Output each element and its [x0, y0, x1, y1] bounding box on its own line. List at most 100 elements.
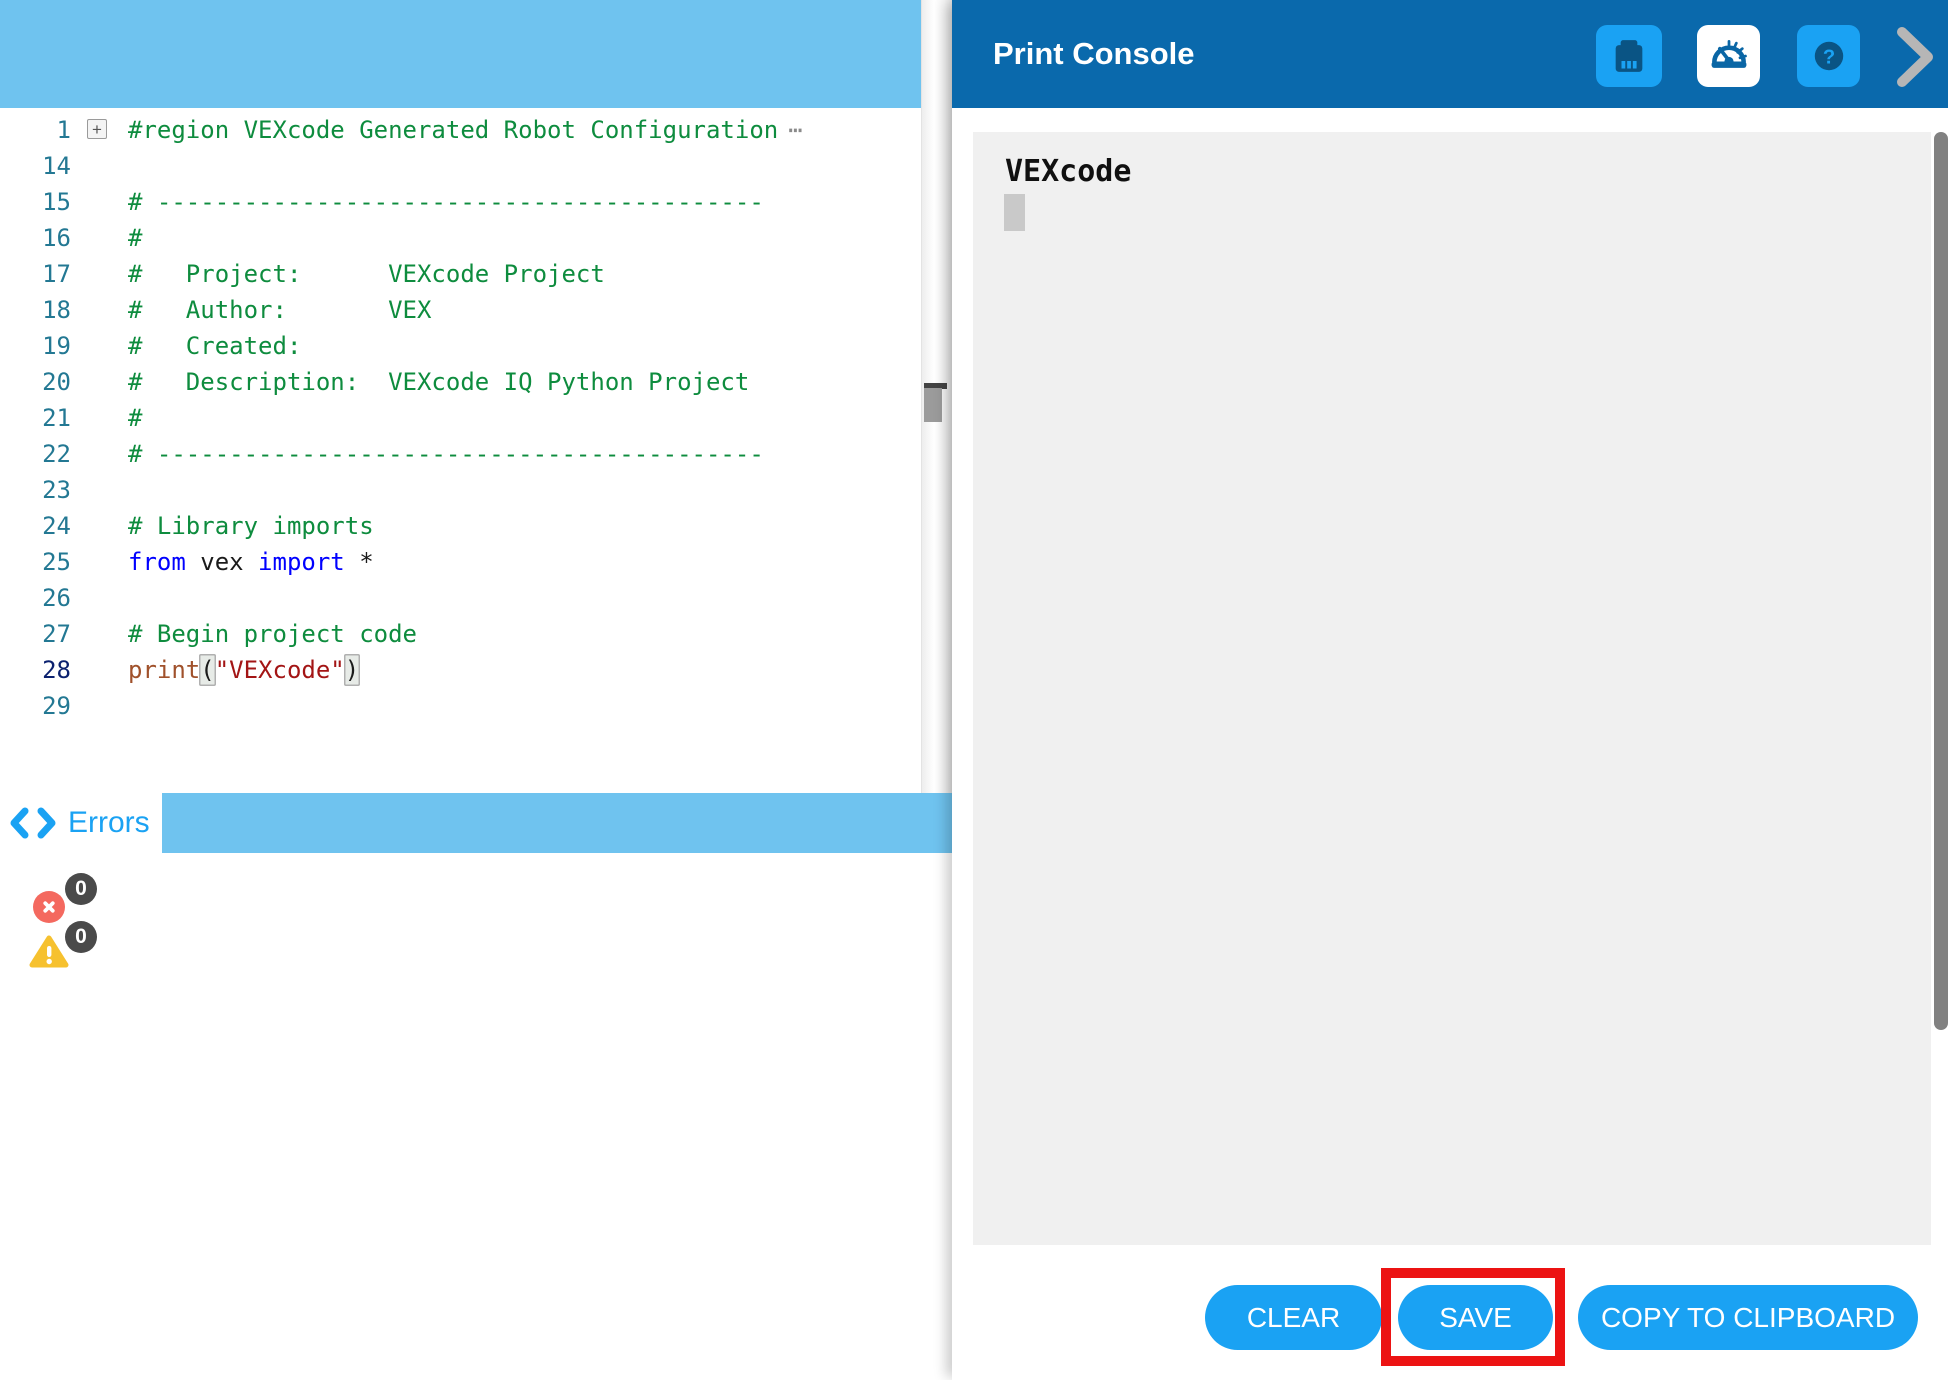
console-scrollbar-thumb[interactable] [1934, 132, 1948, 1030]
line-number: 26 [0, 580, 71, 616]
code-line[interactable]: 21 # [0, 400, 921, 436]
code-line[interactable]: 23 [0, 472, 921, 508]
fold-gutter [71, 616, 128, 652]
code-line[interactable]: 22 # ------------------------------------… [0, 436, 921, 472]
fold-gutter [71, 328, 128, 364]
code-line[interactable]: 29 [0, 688, 921, 724]
fold-gutter [71, 688, 128, 724]
code-line[interactable]: 14 [0, 148, 921, 184]
fold-expand-icon[interactable]: + [87, 119, 107, 139]
code-line[interactable]: 24 # Library imports [0, 508, 921, 544]
help-button[interactable]: ? [1797, 25, 1860, 87]
fold-gutter [71, 220, 128, 256]
line-number: 21 [0, 400, 71, 436]
code-text: #region VEXcode Generated Robot Configur… [128, 112, 921, 148]
code-text: # Library imports [128, 508, 921, 544]
code-text: # --------------------------------------… [128, 184, 921, 220]
fold-gutter: + [71, 112, 128, 148]
fold-gutter [71, 400, 128, 436]
editor-scrollbar-thumb[interactable] [924, 388, 942, 422]
error-icon [33, 891, 65, 923]
line-number: 1 [0, 112, 71, 148]
errors-bar: Errors [0, 793, 952, 853]
errors-tab-label: Errors [68, 806, 150, 840]
fold-gutter [71, 544, 128, 580]
fold-gutter [71, 256, 128, 292]
code-line[interactable]: 15 # ------------------------------------… [0, 184, 921, 220]
line-number: 25 [0, 544, 71, 580]
code-line[interactable]: 20# Description: VEXcode IQ Python Proje… [0, 364, 921, 400]
fold-gutter [71, 184, 128, 220]
warning-icon [29, 935, 69, 969]
vexcode-window: 1 + #region VEXcode Generated Robot Config… [0, 0, 1948, 1380]
code-line[interactable]: 25 from vex import * [0, 544, 921, 580]
code-line[interactable]: 17 # Project: VEXcode Project [0, 256, 921, 292]
print-console-dashboard-button[interactable] [1697, 25, 1760, 87]
line-number: 28 [0, 652, 71, 688]
line-number: 24 [0, 508, 71, 544]
console-output-area[interactable]: VEXcode [973, 132, 1931, 1245]
warning-count-badge: 0 [65, 921, 97, 953]
line-number: 29 [0, 688, 71, 724]
editor-scrollbar-track[interactable] [921, 0, 952, 793]
print-console-panel: Print Console [952, 0, 1948, 1380]
code-text: # Author: VEX [128, 292, 921, 328]
code-text: # [128, 400, 921, 436]
editor-toolbar-bar [0, 0, 921, 108]
console-output-text: VEXcode [1005, 154, 1131, 189]
code-text: from vex import * [128, 544, 921, 580]
code-line[interactable]: 16# [0, 220, 921, 256]
line-number: 22 [0, 436, 71, 472]
fold-gutter [71, 364, 128, 400]
brain-device-button[interactable] [1596, 25, 1662, 87]
error-warning-counts: 0 0 [0, 853, 200, 993]
line-number: 17 [0, 256, 71, 292]
collapsed-region-indicator[interactable]: ⋯ [788, 116, 800, 144]
code-lines: 1 + #region VEXcode Generated Robot Config… [0, 112, 921, 724]
save-button[interactable]: SAVE [1398, 1285, 1553, 1350]
tab-errors[interactable]: Errors [0, 793, 162, 853]
error-count-badge: 0 [65, 873, 97, 905]
code-line[interactable]: 27 # Begin project code [0, 616, 921, 652]
fold-gutter [71, 580, 128, 616]
code-text [128, 580, 921, 616]
dashboard-gauge-icon [1707, 34, 1751, 78]
code-text: # --------------------------------------… [128, 436, 921, 472]
fold-gutter [71, 472, 128, 508]
console-cursor [1004, 194, 1025, 231]
code-text [128, 688, 921, 724]
x-icon [39, 897, 59, 917]
code-text: print("VEXcode") [128, 652, 921, 688]
chevron-right-icon [1890, 24, 1940, 90]
code-line[interactable]: 19# Created: [0, 328, 921, 364]
code-line[interactable]: 1 + #region VEXcode Generated Robot Config… [0, 112, 921, 148]
code-text: # [128, 220, 921, 256]
collapse-panel-button[interactable] [1890, 24, 1940, 90]
help-icon: ? [1807, 34, 1851, 78]
fold-gutter [71, 292, 128, 328]
code-text: # Project: VEXcode Project [128, 256, 921, 292]
code-text: # Begin project code [128, 616, 921, 652]
code-line[interactable]: 26 [0, 580, 921, 616]
code-editor[interactable]: 1 + #region VEXcode Generated Robot Config… [0, 108, 921, 793]
line-number: 20 [0, 364, 71, 400]
print-console-header: Print Console [952, 0, 1948, 108]
code-text [128, 472, 921, 508]
fold-gutter [71, 508, 128, 544]
line-number: 18 [0, 292, 71, 328]
copy-to-clipboard-button[interactable]: COPY TO CLIPBOARD [1578, 1285, 1918, 1350]
code-line[interactable]: 18 # Author: VEX [0, 292, 921, 328]
brain-icon [1609, 34, 1649, 78]
line-number: 23 [0, 472, 71, 508]
clear-button[interactable]: CLEAR [1205, 1285, 1382, 1350]
code-line[interactable]: 28 print("VEXcode") [0, 652, 921, 688]
fold-gutter [71, 436, 128, 472]
fold-gutter [71, 652, 128, 688]
code-text: # Created: [128, 328, 921, 364]
code-brackets-icon [10, 807, 56, 839]
line-number: 15 [0, 184, 71, 220]
line-number: 14 [0, 148, 71, 184]
line-number: 27 [0, 616, 71, 652]
fold-gutter [71, 148, 128, 184]
svg-text:?: ? [1822, 46, 1834, 68]
